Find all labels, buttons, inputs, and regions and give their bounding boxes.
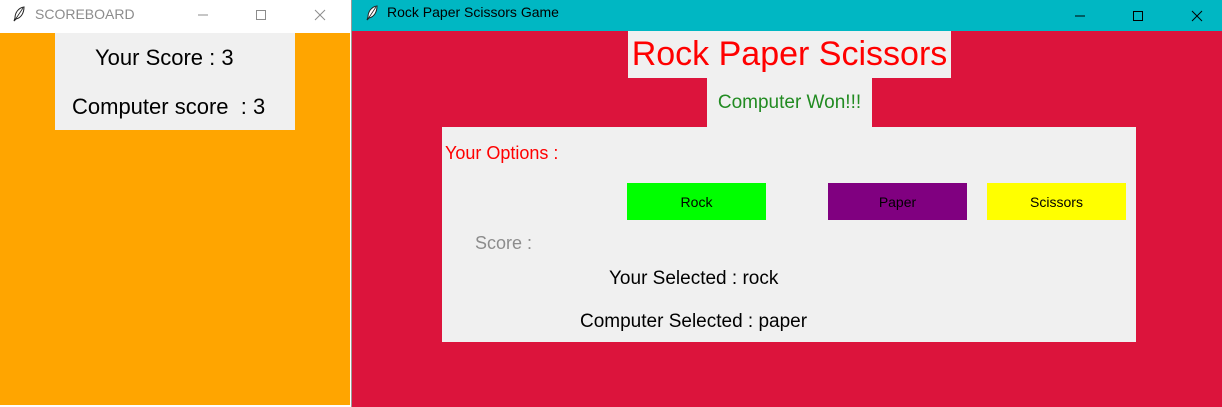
rock-button[interactable]: Rock xyxy=(627,183,766,220)
tk-feather-icon xyxy=(13,6,25,22)
game-titlebar[interactable]: Rock Paper Scissors Game xyxy=(352,0,1222,31)
game-heading: Rock Paper Scissors xyxy=(628,31,951,78)
scoreboard-titlebar[interactable]: SCOREBOARD xyxy=(0,0,350,29)
result-text: Computer Won!!! xyxy=(717,91,862,113)
game-title: Rock Paper Scissors Game xyxy=(387,4,559,20)
computer-score-label: Computer score : 3 xyxy=(72,94,266,119)
minimize-button[interactable] xyxy=(180,0,226,29)
maximize-icon xyxy=(256,9,266,20)
scissors-button[interactable]: Scissors xyxy=(987,183,1126,220)
result-box: Computer Won!!! xyxy=(707,78,872,127)
scoreboard-title: SCOREBOARD xyxy=(35,6,135,22)
minimize-button[interactable] xyxy=(1057,0,1103,31)
minimize-icon xyxy=(1075,15,1085,16)
scoreboard-window: SCOREBOARD Your Score : 3 Computer score… xyxy=(0,0,350,407)
your-score-label: Your Score : 3 xyxy=(95,45,234,70)
options-label: Your Options : xyxy=(445,143,559,163)
maximize-button[interactable] xyxy=(1115,0,1161,31)
tk-feather-icon xyxy=(366,5,378,21)
paper-button[interactable]: Paper xyxy=(828,183,967,220)
close-button[interactable] xyxy=(297,0,343,29)
game-heading-text: Rock Paper Scissors xyxy=(631,35,948,73)
game-window: Rock Paper Scissors Game Rock Paper Scis… xyxy=(351,0,1222,407)
maximize-icon xyxy=(1133,10,1143,21)
computer-selected-label: Computer Selected : paper xyxy=(580,311,808,332)
maximize-button[interactable] xyxy=(238,0,284,29)
score-label: Score : xyxy=(475,233,533,253)
close-button[interactable] xyxy=(1174,0,1220,31)
close-icon xyxy=(1191,10,1203,21)
scoreboard-body: Your Score : 3 Computer score : 3 xyxy=(0,33,350,405)
your-selected-label: Your Selected : rock xyxy=(609,268,779,289)
options-panel: Your Options : Rock Paper Scissors Score… xyxy=(442,127,1136,342)
score-panel: Your Score : 3 Computer score : 3 xyxy=(55,33,295,130)
minimize-icon xyxy=(198,14,208,15)
close-icon xyxy=(314,9,326,20)
